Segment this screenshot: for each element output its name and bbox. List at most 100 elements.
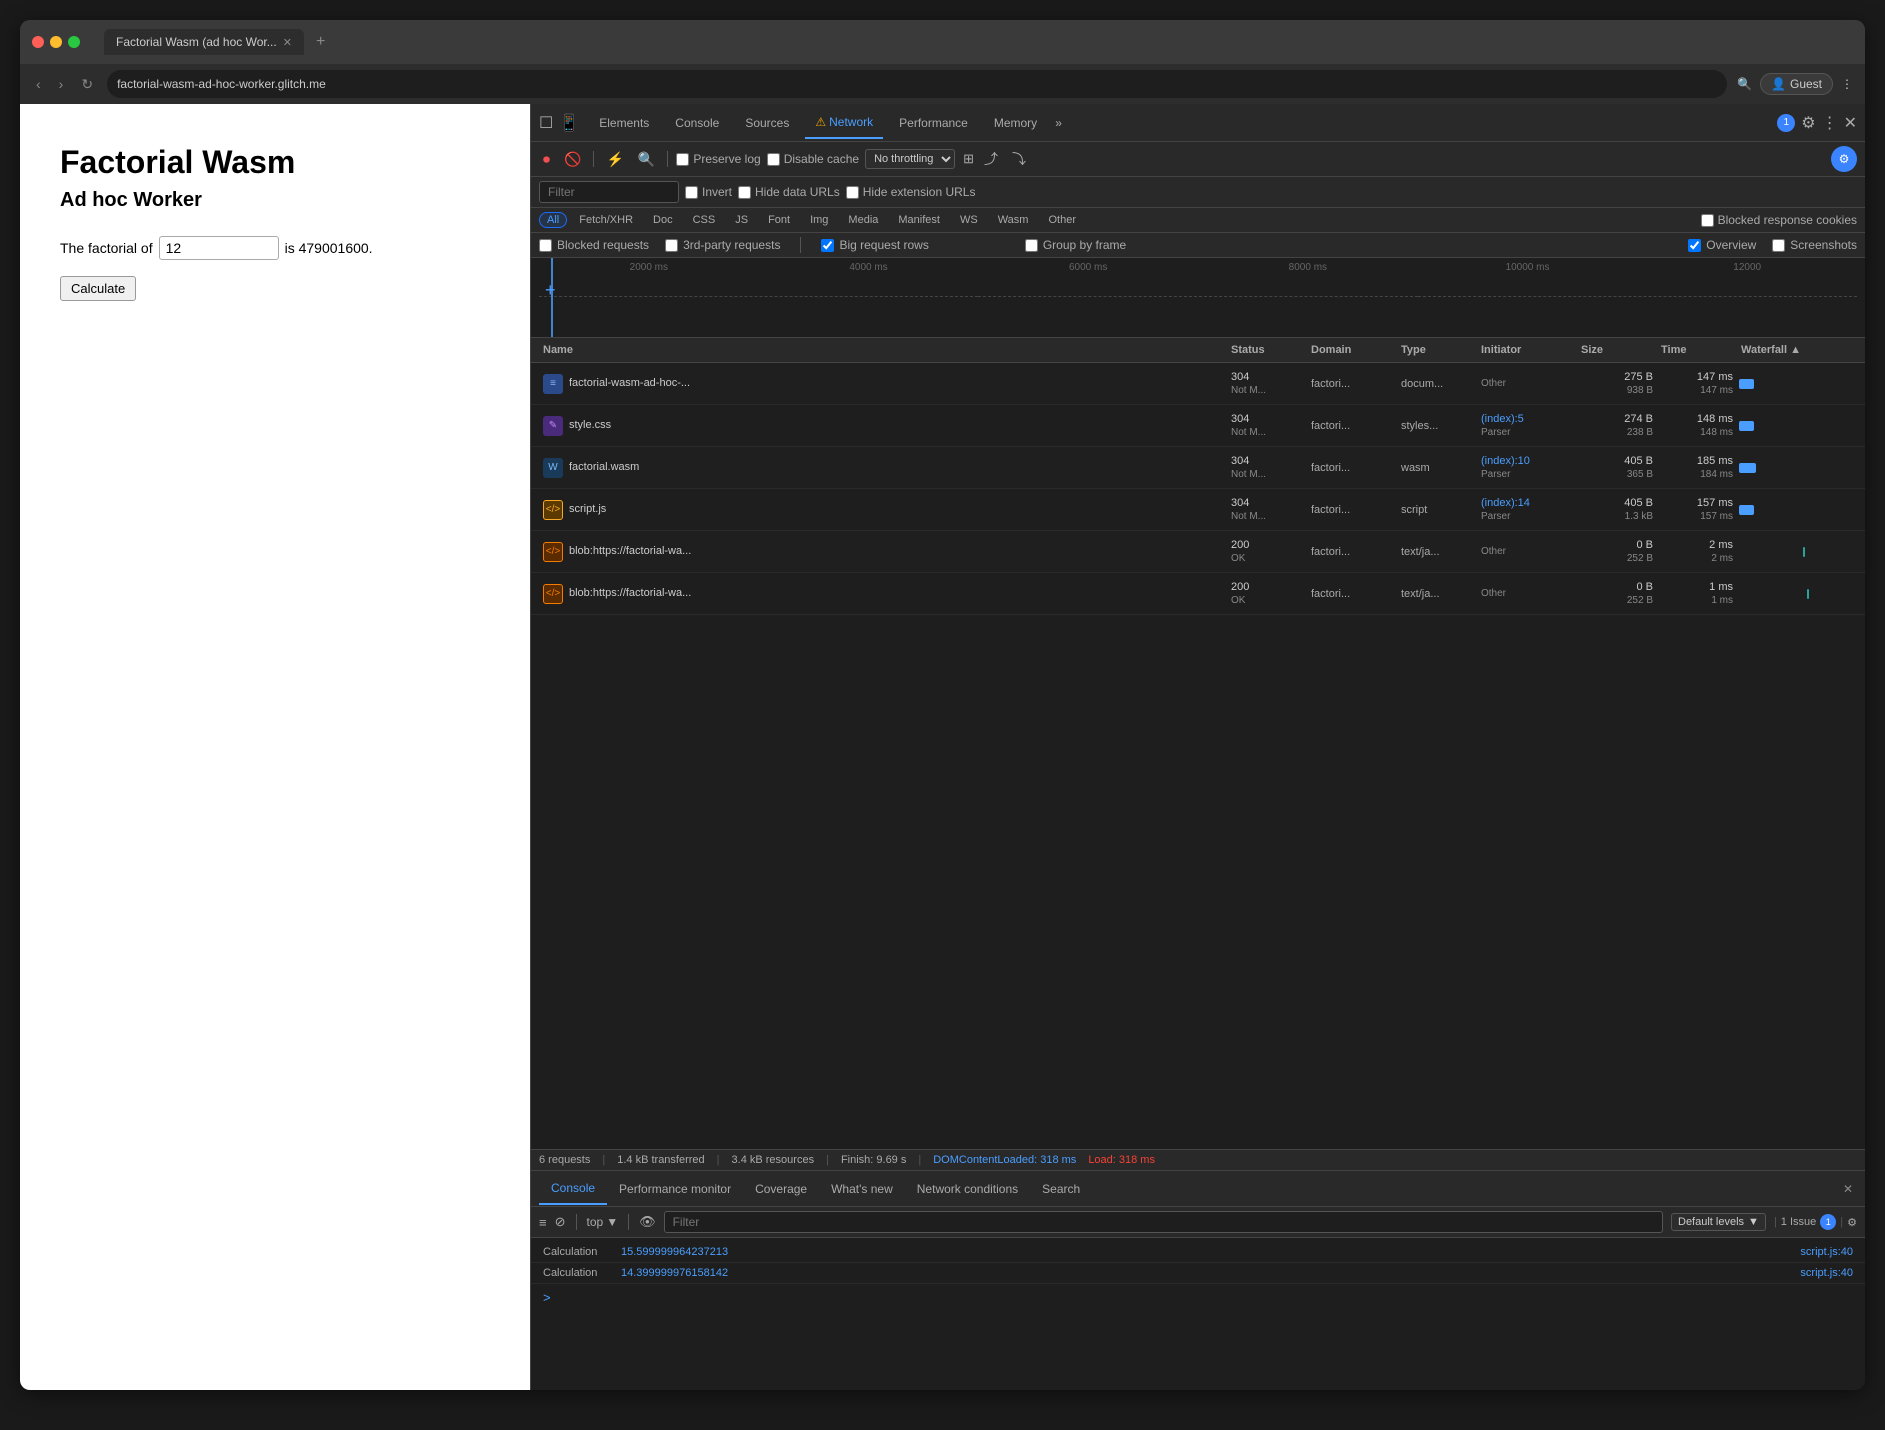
screenshots-checkbox[interactable] <box>1772 239 1785 252</box>
table-row[interactable]: </> blob:https://factorial-wa... 200 OK … <box>531 573 1865 615</box>
type-btn-font[interactable]: Font <box>760 212 798 228</box>
console-log[interactable]: Calculation 15.599999964237213 script.js… <box>531 1238 1865 1390</box>
type-btn-ws[interactable]: WS <box>952 212 986 228</box>
reload-button[interactable]: ↻ <box>77 74 97 95</box>
console-tab-console[interactable]: Console <box>539 1173 607 1205</box>
type-btn-doc[interactable]: Doc <box>645 212 681 228</box>
tab-memory[interactable]: Memory <box>984 108 1047 138</box>
disable-cache-checkbox[interactable] <box>767 153 780 166</box>
console-entry-2-source[interactable]: script.js:40 <box>1800 1267 1853 1279</box>
import-button[interactable]: ⤴ <box>980 147 1002 171</box>
filter-input[interactable] <box>539 181 679 203</box>
throttle-more-icon[interactable]: ⊞ <box>963 151 974 167</box>
new-tab-button[interactable]: + <box>312 33 329 51</box>
table-row[interactable]: ≡ factorial-wasm-ad-hoc-... 304 Not M...… <box>531 363 1865 405</box>
header-domain[interactable]: Domain <box>1307 342 1397 358</box>
tab-elements[interactable]: Elements <box>589 108 659 138</box>
filter-button[interactable]: ⚡ <box>602 149 627 170</box>
tab-close-icon[interactable]: ✕ <box>283 36 292 49</box>
console-settings-icon[interactable]: ⚙ <box>1847 1216 1857 1229</box>
invert-label[interactable]: Invert <box>685 185 732 199</box>
menu-icon[interactable]: ⋮ <box>1841 77 1853 91</box>
console-tab-network[interactable]: Network conditions <box>905 1174 1030 1204</box>
devtools-menu-icon[interactable]: ⋮ <box>1822 113 1838 133</box>
devtools-settings-button[interactable]: ⚙ <box>1831 146 1857 172</box>
minimize-button[interactable] <box>50 36 62 48</box>
overview-label[interactable]: Overview <box>1688 238 1756 252</box>
guest-button[interactable]: 👤 Guest <box>1760 73 1833 95</box>
group-by-frame-label[interactable]: Group by frame <box>1025 238 1126 252</box>
type-btn-js[interactable]: JS <box>727 212 756 228</box>
big-rows-label[interactable]: Big request rows <box>821 238 928 252</box>
default-levels-button[interactable]: Default levels ▼ <box>1671 1213 1766 1231</box>
third-party-checkbox[interactable] <box>665 239 678 252</box>
type-btn-img[interactable]: Img <box>802 212 836 228</box>
header-size[interactable]: Size <box>1577 342 1657 358</box>
console-eye-icon[interactable]: 👁 <box>639 1214 656 1230</box>
network-table[interactable]: Name Status Domain Type Initiator Size T… <box>531 338 1865 1149</box>
header-waterfall[interactable]: Waterfall ▲ <box>1737 342 1857 358</box>
console-context[interactable]: top ▼ <box>587 1215 619 1229</box>
hide-extension-urls-label[interactable]: Hide extension URLs <box>846 185 976 199</box>
table-row[interactable]: ✎ style.css 304 Not M... factori... styl… <box>531 405 1865 447</box>
blocked-requests-label[interactable]: Blocked requests <box>539 238 649 252</box>
type-btn-media[interactable]: Media <box>840 212 886 228</box>
disable-cache-label[interactable]: Disable cache <box>767 152 859 166</box>
console-prompt[interactable]: > <box>531 1284 1865 1311</box>
blocked-cookies-label[interactable]: Blocked response cookies <box>1701 213 1857 227</box>
blocked-requests-checkbox[interactable] <box>539 239 552 252</box>
table-row[interactable]: </> script.js 304 Not M... factori... sc… <box>531 489 1865 531</box>
header-type[interactable]: Type <box>1397 342 1477 358</box>
preserve-log-label[interactable]: Preserve log <box>676 152 760 166</box>
screenshots-label[interactable]: Screenshots <box>1772 238 1857 252</box>
tab-performance[interactable]: Performance <box>889 108 978 138</box>
maximize-button[interactable] <box>68 36 80 48</box>
blocked-cookies-checkbox[interactable] <box>1701 214 1714 227</box>
inspector-icon[interactable]: ☐ <box>539 113 553 133</box>
tab-sources[interactable]: Sources <box>735 108 799 138</box>
console-tab-search[interactable]: Search <box>1030 1174 1092 1204</box>
type-btn-manifest[interactable]: Manifest <box>890 212 948 228</box>
console-tab-performance[interactable]: Performance monitor <box>607 1174 743 1204</box>
type-btn-other[interactable]: Other <box>1040 212 1084 228</box>
console-tab-coverage[interactable]: Coverage <box>743 1174 819 1204</box>
console-sidebar-icon[interactable]: ≡ <box>539 1215 547 1230</box>
third-party-label[interactable]: 3rd-party requests <box>665 238 780 252</box>
type-btn-all[interactable]: All <box>539 212 567 228</box>
more-tabs-icon[interactable]: » <box>1055 116 1062 130</box>
big-rows-checkbox[interactable] <box>821 239 834 252</box>
console-filter-input[interactable] <box>664 1211 1663 1233</box>
type-btn-fetch[interactable]: Fetch/XHR <box>571 212 641 228</box>
forward-button[interactable]: › <box>55 74 68 94</box>
console-clear-icon[interactable]: ⊘ <box>555 1214 566 1230</box>
console-tab-whats-new[interactable]: What's new <box>819 1174 905 1204</box>
throttle-select[interactable]: No throttling <box>865 149 955 169</box>
table-row[interactable]: W factorial.wasm 304 Not M... factori...… <box>531 447 1865 489</box>
header-initiator[interactable]: Initiator <box>1477 342 1577 358</box>
clear-button[interactable]: 🚫 <box>560 149 585 170</box>
tab-console[interactable]: Console <box>665 108 729 138</box>
browser-tab[interactable]: Factorial Wasm (ad hoc Wor... ✕ <box>104 29 304 55</box>
type-btn-wasm[interactable]: Wasm <box>990 212 1037 228</box>
preserve-log-checkbox[interactable] <box>676 153 689 166</box>
header-name[interactable]: Name <box>539 342 1227 358</box>
factorial-input[interactable] <box>159 236 279 260</box>
tab-network[interactable]: ⚠Network <box>805 107 883 139</box>
device-icon[interactable]: 📱 <box>559 113 579 133</box>
export-button[interactable]: ⤵ <box>1008 147 1030 171</box>
group-by-frame-checkbox[interactable] <box>1025 239 1038 252</box>
timeline-area[interactable]: 2000 ms 4000 ms 6000 ms 8000 ms 10000 ms… <box>531 258 1865 338</box>
hide-extension-urls-checkbox[interactable] <box>846 186 859 199</box>
header-status[interactable]: Status <box>1227 342 1307 358</box>
console-entry-1-source[interactable]: script.js:40 <box>1800 1246 1853 1258</box>
type-btn-css[interactable]: CSS <box>685 212 724 228</box>
back-button[interactable]: ‹ <box>32 74 45 94</box>
header-time[interactable]: Time <box>1657 342 1737 358</box>
close-button[interactable] <box>32 36 44 48</box>
search-button[interactable]: 🔍 <box>634 149 659 170</box>
hide-data-urls-checkbox[interactable] <box>738 186 751 199</box>
devtools-close-icon[interactable]: ✕ <box>1844 113 1857 133</box>
settings-icon[interactable]: ⚙ <box>1801 113 1815 133</box>
record-button[interactable]: ⏺ <box>539 149 554 170</box>
calculate-button[interactable]: Calculate <box>60 276 136 301</box>
